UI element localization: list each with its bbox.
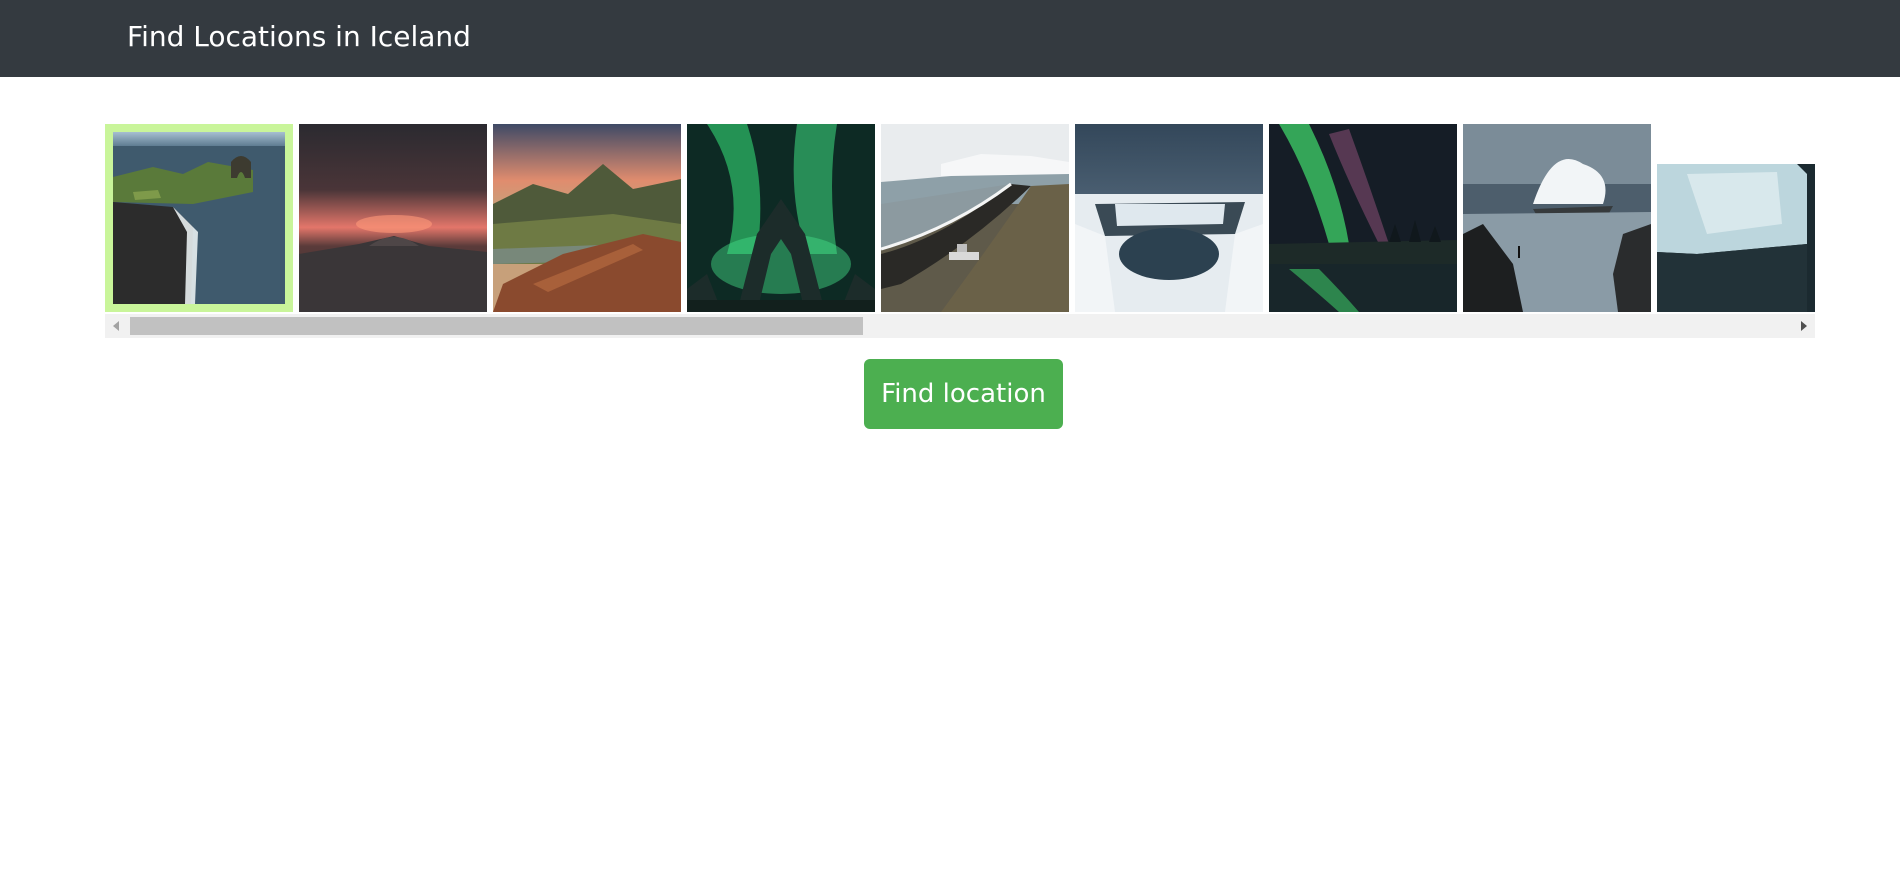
thumbnail-black-sand-beach-shipwreck[interactable]: [881, 124, 1069, 312]
thumbnail-highland-mountains[interactable]: [493, 124, 681, 312]
find-location-button[interactable]: Find location: [864, 359, 1063, 429]
thumbnail-crashing-waves-rock[interactable]: [1463, 124, 1651, 312]
thumbnail-glacier-ice[interactable]: [1657, 124, 1815, 312]
image-gallery: [105, 124, 1815, 338]
crashing-waves-rock-photo-icon: [1463, 124, 1651, 312]
thumbnail-strip: [105, 124, 1815, 314]
thumbnail-frozen-waterfall[interactable]: [1075, 124, 1263, 312]
frozen-waterfall-photo-icon: [1075, 124, 1263, 312]
thumbnail-sunset-lava-field[interactable]: [299, 124, 487, 312]
gallery-horizontal-scrollbar[interactable]: [105, 314, 1815, 338]
thumbnail-sea-arch-cliff[interactable]: [105, 124, 293, 312]
highland-mountains-photo-icon: [493, 124, 681, 312]
sunset-lava-field-photo-icon: [299, 124, 487, 312]
thumbnail-aurora-arch-monument[interactable]: [687, 124, 875, 312]
scroll-right-arrow-icon[interactable]: [1791, 314, 1815, 338]
glacier-ice-photo-icon: [1657, 124, 1815, 312]
page-title: Find Locations in Iceland: [127, 20, 471, 53]
aurora-over-lake-photo-icon: [1269, 124, 1457, 312]
sea-arch-cliff-photo-icon: [113, 132, 285, 304]
thumbnail-aurora-over-lake[interactable]: [1269, 124, 1457, 312]
black-sand-beach-shipwreck-photo-icon: [881, 124, 1069, 312]
scrollbar-thumb[interactable]: [130, 317, 863, 335]
top-navbar: Find Locations in Iceland: [0, 0, 1900, 77]
aurora-arch-monument-photo-icon: [687, 124, 875, 312]
scroll-left-arrow-icon[interactable]: [105, 314, 129, 338]
